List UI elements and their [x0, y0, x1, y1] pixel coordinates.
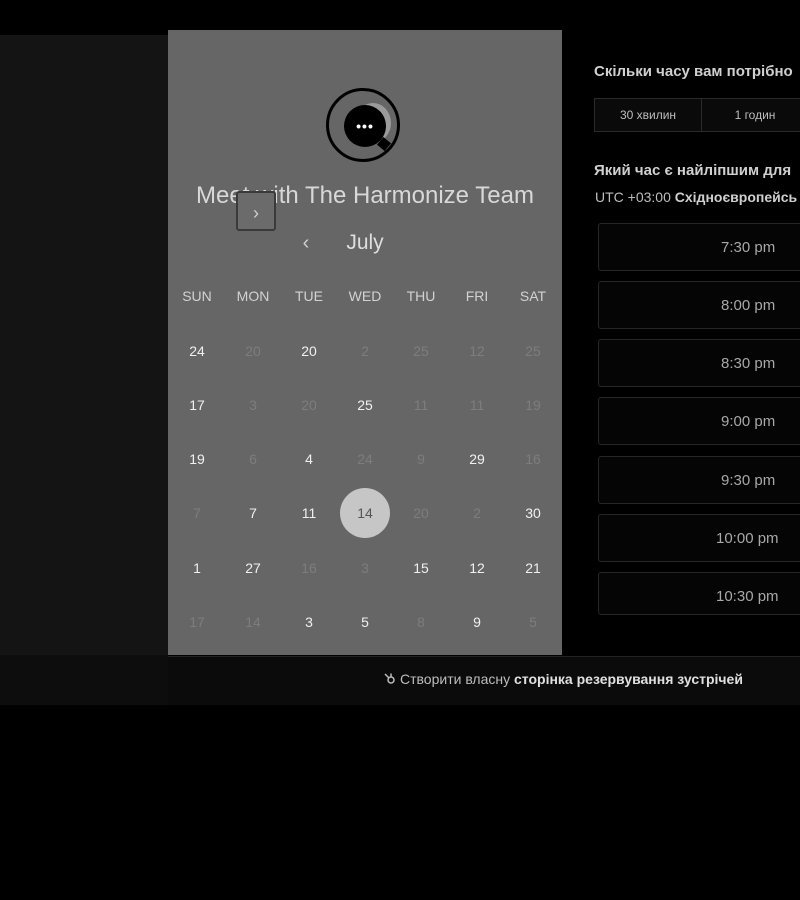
time-slot-button[interactable]: 10:30 pm [598, 572, 800, 615]
calendar-day[interactable]: 19 [169, 451, 225, 467]
calendar-day[interactable]: 5 [337, 614, 393, 630]
timezone-offset: UTC +03:00 [595, 189, 671, 205]
calendar-day: 5 [529, 614, 537, 630]
left-bottom-shade [0, 655, 168, 705]
time-slot-button[interactable]: 8:00 pm [598, 281, 800, 329]
calendar-day: 3 [249, 397, 257, 413]
weekday-header: WED [348, 288, 382, 304]
selected-date[interactable]: 14 [340, 488, 390, 538]
next-month-button[interactable]: › [236, 191, 276, 231]
calendar-day: 16 [301, 560, 317, 576]
time-slot-label: 7:30 pm [721, 239, 776, 256]
calendar-day[interactable]: 29 [449, 451, 505, 467]
calendar-day: 14 [245, 614, 261, 630]
time-slot-button[interactable]: 8:30 pm [598, 339, 800, 387]
calendar-day: 12 [469, 343, 485, 359]
calendar-day: 11 [413, 397, 429, 413]
calendar-day: 11 [469, 397, 485, 413]
calendar-day[interactable]: 11 [281, 505, 337, 521]
time-slot-label: 8:30 pm [721, 355, 776, 372]
time-slot-label: 8:00 pm [721, 297, 776, 314]
footer-bar: Створити власну сторінка резервування зу… [168, 656, 800, 705]
calendar-day: 9 [417, 451, 425, 467]
calendar-day[interactable]: 1 [169, 560, 225, 576]
logo-icon: ••• [326, 88, 400, 162]
calendar-day[interactable]: 21 [505, 560, 561, 576]
calendar-day[interactable]: 7 [225, 505, 281, 521]
calendar-day: 24 [357, 451, 373, 467]
weekday-header: TUE [295, 288, 323, 304]
calendar-day: 3 [361, 560, 369, 576]
timezone-name[interactable]: Східноєвропейсь [675, 189, 797, 205]
best-time-heading: Який час є найліпшим для [594, 162, 792, 179]
time-slot-label: 10:30 pm [716, 588, 779, 605]
calendar-day[interactable]: 9 [449, 614, 505, 630]
time-slot-label: 9:00 pm [721, 413, 776, 430]
time-slot-label: 9:30 pm [721, 472, 776, 489]
meeting-card: ••• Meet with The Harmonize Team ‹ July … [168, 30, 562, 655]
calendar-day[interactable]: 30 [505, 505, 561, 521]
weekday-header: SAT [519, 288, 547, 304]
calendar-day: 16 [525, 451, 541, 467]
calendar-day[interactable]: 24 [169, 343, 225, 359]
calendar-day: 2 [361, 343, 369, 359]
calendar-day: 8 [417, 614, 425, 630]
hubspot-icon [384, 672, 396, 684]
calendar-day: 20 [301, 397, 317, 413]
calendar-day[interactable]: 27 [225, 560, 281, 576]
calendar-day: 20 [413, 505, 429, 521]
duration-heading: Скільки часу вам потрібно [594, 63, 793, 80]
time-slot-button[interactable]: 9:30 pm [598, 456, 800, 504]
logo-dots: ••• [356, 118, 374, 134]
time-slot-label: 10:00 pm [716, 530, 779, 547]
calendar-day[interactable]: 3 [281, 614, 337, 630]
time-slot-button[interactable]: 10:00 pm [598, 514, 800, 562]
calendar-day[interactable]: 4 [281, 451, 337, 467]
month-navigation: ‹ July [168, 225, 562, 269]
weekday-header: FRI [465, 288, 489, 304]
weekday-header: SUN [182, 288, 212, 304]
calendar-day: 2 [473, 505, 481, 521]
calendar-day: 6 [249, 451, 257, 467]
time-slot-button[interactable]: 7:30 pm [598, 223, 800, 271]
left-background-panel [0, 35, 168, 655]
calendar-day[interactable]: 12 [449, 560, 505, 576]
calendar-day: 7 [193, 505, 201, 521]
duration-30-min-button[interactable]: 30 хвилин [595, 99, 701, 131]
footer-link[interactable]: сторінка резервування зустрічей [514, 671, 743, 687]
calendar-day: 25 [525, 343, 541, 359]
weekday-header: MON [236, 288, 270, 304]
prev-month-button[interactable]: ‹ [294, 232, 318, 258]
meeting-title: Meet with The Harmonize Team [196, 182, 534, 209]
calendar-day[interactable]: 20 [281, 343, 337, 359]
calendar-day[interactable]: 25 [337, 397, 393, 413]
duration-1-hour-button[interactable]: 1 годин [702, 99, 800, 131]
calendar-day: 25 [413, 343, 429, 359]
calendar-day: 19 [525, 397, 541, 413]
timezone-label: UTC +03:00 Східноєвропейсь [595, 189, 797, 205]
calendar-day[interactable]: 17 [169, 397, 225, 413]
calendar-day: 17 [189, 614, 205, 630]
duration-selector: 30 хвилин 1 годин [594, 98, 800, 132]
month-label: July [346, 231, 384, 254]
calendar-day[interactable]: 15 [393, 560, 449, 576]
calendar-day: 20 [245, 343, 261, 359]
weekday-header: THU [406, 288, 436, 304]
footer-text: Створити власну сторінка резервування зу… [384, 671, 743, 687]
time-slot-button[interactable]: 9:00 pm [598, 397, 800, 445]
footer-prefix: Створити власну [400, 671, 511, 687]
